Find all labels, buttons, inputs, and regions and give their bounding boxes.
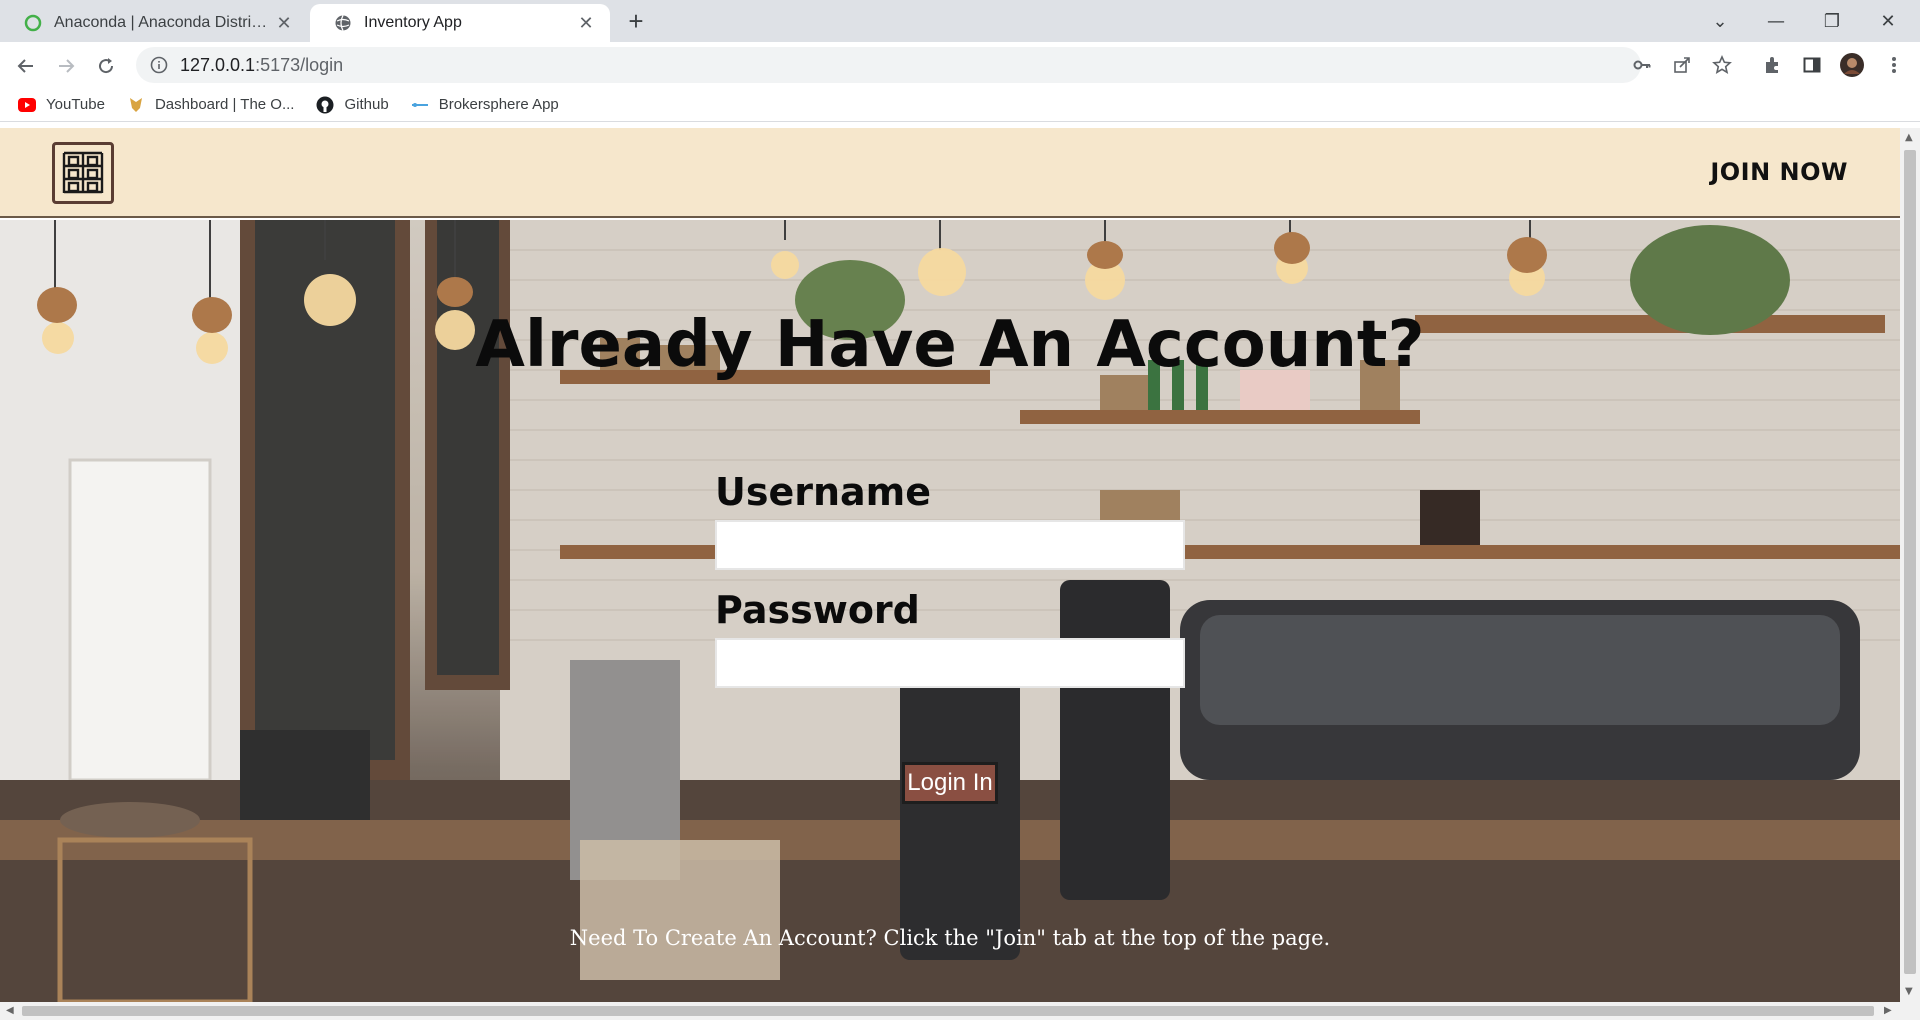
address-url: 127.0.0.1:5173/login [180, 55, 343, 76]
password-label: Password [715, 588, 920, 632]
join-now-link[interactable]: JOIN NOW [1710, 158, 1848, 186]
tab-search-icon[interactable]: ⌄ [1692, 0, 1748, 42]
address-bar[interactable]: 127.0.0.1:5173/login [136, 47, 1641, 83]
restore-icon[interactable]: ❐ [1804, 0, 1860, 42]
anaconda-icon [24, 14, 42, 32]
brokersphere-icon [411, 96, 429, 114]
key-icon[interactable] [1630, 53, 1654, 77]
page-title: Already Have An Account? [475, 308, 1425, 382]
tab-title: Inventory App [364, 14, 462, 31]
scroll-right-icon[interactable]: ▶ [1884, 1005, 1892, 1016]
signup-hint: Need To Create An Account? Click the "Jo… [569, 926, 1331, 950]
profile-avatar[interactable] [1840, 53, 1864, 77]
tab-strip: Anaconda | Anaconda Distributio ✕ Invent… [0, 0, 1920, 42]
horizontal-scroll-thumb[interactable] [22, 1006, 1874, 1016]
bookmark-github[interactable]: Github [316, 96, 389, 114]
share-icon[interactable] [1670, 53, 1694, 77]
bookmark-label: YouTube [46, 96, 105, 113]
reload-icon[interactable] [90, 50, 122, 82]
bookmark-label: Github [344, 96, 389, 113]
close-icon[interactable]: ✕ [274, 13, 294, 33]
browser-toolbar: 127.0.0.1:5173/login [0, 42, 1920, 88]
youtube-icon [18, 96, 36, 114]
back-icon[interactable] [10, 50, 42, 82]
odin-icon [127, 96, 145, 114]
url-path: :5173/login [255, 54, 344, 75]
horizontal-scrollbar[interactable]: ◀ ▶ [0, 1002, 1920, 1020]
minimize-icon[interactable]: — [1748, 0, 1804, 42]
username-input[interactable] [715, 520, 1185, 570]
star-icon[interactable] [1710, 53, 1734, 77]
window-close-icon[interactable]: ✕ [1860, 0, 1916, 42]
page-viewport: JOIN NOW Already Have An Account? Userna… [0, 128, 1900, 1002]
bookmarks-bar: YouTube Dashboard | The O... Github Brok… [0, 88, 1920, 122]
tab-inventory-app[interactable]: Inventory App ✕ [310, 4, 610, 42]
tab-anaconda[interactable]: Anaconda | Anaconda Distributio ✕ [0, 4, 308, 42]
menu-icon[interactable] [1882, 53, 1906, 77]
bookmark-youtube[interactable]: YouTube [18, 96, 105, 114]
hero-section: Already Have An Account? Username Passwo… [0, 220, 1900, 1002]
scroll-left-icon[interactable]: ◀ [6, 1005, 14, 1016]
close-icon[interactable]: ✕ [576, 13, 596, 33]
url-host: 127.0.0.1 [180, 54, 256, 75]
forward-icon[interactable] [50, 50, 82, 82]
vertical-scroll-thumb[interactable] [1904, 150, 1916, 974]
github-icon [316, 96, 334, 114]
bookmark-label: Brokersphere App [438, 96, 559, 113]
bookmark-brokersphere[interactable]: Brokersphere App [411, 96, 559, 114]
new-tab-button[interactable]: + [622, 8, 650, 36]
password-input[interactable] [715, 638, 1185, 688]
warehouse-shelves-icon[interactable] [52, 142, 114, 204]
login-button[interactable]: Login In [902, 762, 998, 804]
scroll-up-icon[interactable]: ▲ [1905, 132, 1913, 143]
site-info-icon[interactable] [150, 56, 168, 74]
username-label: Username [715, 470, 932, 514]
bookmark-label: Dashboard | The O... [154, 96, 295, 113]
scroll-down-icon[interactable]: ▼ [1905, 986, 1913, 997]
globe-icon [335, 15, 351, 31]
tab-title: Anaconda | Anaconda Distributio [54, 14, 274, 31]
extensions-icon[interactable] [1760, 53, 1784, 77]
vertical-scrollbar[interactable]: ▲ ▼ [1900, 128, 1920, 1002]
bookmark-dashboard[interactable]: Dashboard | The O... [127, 96, 295, 114]
site-navbar: JOIN NOW [0, 128, 1900, 218]
side-panel-icon[interactable] [1800, 53, 1824, 77]
